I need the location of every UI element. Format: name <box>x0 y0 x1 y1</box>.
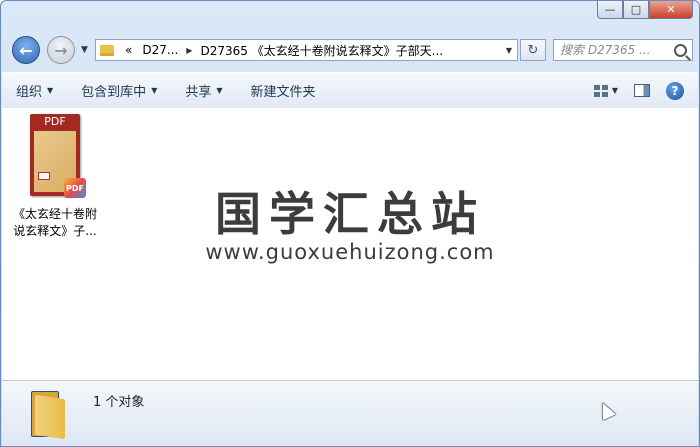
chevron-down-icon: ▼ <box>216 86 223 95</box>
recent-pages-dropdown-icon[interactable]: ▼ <box>81 45 88 55</box>
breadcrumb-current[interactable]: D27365 《太玄经十卷附说玄释文》子部天... <box>195 42 448 59</box>
share-menu[interactable]: 共享 ▼ <box>171 81 236 100</box>
command-bar: 组织 ▼ 包含到库中 ▼ 共享 ▼ 新建文件夹 ▼ ? <box>2 72 698 109</box>
forward-button[interactable]: → <box>47 36 75 64</box>
breadcrumb-overflow[interactable]: « <box>120 43 137 57</box>
close-button[interactable]: ✕ <box>649 1 693 19</box>
refresh-icon: ↻ <box>527 42 539 58</box>
chevron-down-icon: ▼ <box>47 86 54 95</box>
pdf-thumbnail-label: PDF <box>44 115 66 128</box>
toolbar-right-group: ▼ ? <box>593 73 698 108</box>
address-bar[interactable]: « D27... ▶ D27365 《太玄经十卷附说玄释文》子部天... ▼ <box>95 39 518 61</box>
preview-pane-icon[interactable] <box>634 84 650 97</box>
explorer-window: — □ ✕ ← → ▼ « D27... ▶ D27365 《太玄经十卷附说玄释… <box>0 0 700 447</box>
watermark-url: www.guoxuehuizong.com <box>205 240 495 264</box>
file-list-area[interactable]: PDF PDF 《太玄经十卷附 说玄释文》子... 国学汇总站 www.guox… <box>2 108 698 380</box>
organize-label: 组织 <box>16 85 43 100</box>
details-pane: 1 个对象 <box>2 380 698 446</box>
forward-arrow-icon: → <box>54 40 68 60</box>
folder-icon <box>100 44 114 56</box>
mouse-cursor-icon <box>596 399 616 421</box>
search-box[interactable] <box>553 39 693 61</box>
help-icon[interactable]: ? <box>666 81 684 100</box>
address-dropdown-icon[interactable]: ▼ <box>501 46 517 55</box>
caption-buttons: — □ ✕ <box>597 1 693 19</box>
item-count: 1 个对象 <box>93 395 145 410</box>
back-arrow-icon: ← <box>19 40 33 60</box>
organize-menu[interactable]: 组织 ▼ <box>2 81 67 100</box>
back-button[interactable]: ← <box>12 36 40 64</box>
watermark-title: 国学汇总站 <box>215 187 485 241</box>
folder-icon <box>29 389 65 440</box>
search-input[interactable] <box>554 42 672 58</box>
include-in-library-label: 包含到库中 <box>81 85 147 100</box>
include-in-library-menu[interactable]: 包含到库中 ▼ <box>67 81 171 100</box>
refresh-button[interactable]: ↻ <box>520 39 546 61</box>
new-folder-label: 新建文件夹 <box>250 85 316 100</box>
maximize-button[interactable]: □ <box>623 1 649 19</box>
breadcrumb-parent[interactable]: D27... <box>137 43 183 57</box>
view-options-dropdown-icon[interactable]: ▼ <box>612 86 618 95</box>
search-icon[interactable] <box>674 43 687 57</box>
new-folder-button[interactable]: 新建文件夹 <box>237 81 330 100</box>
minimize-button[interactable]: — <box>597 1 623 19</box>
share-label: 共享 <box>185 85 212 100</box>
navigation-bar: ← → ▼ « D27... ▶ D27365 《太玄经十卷附说玄释文》子部天.… <box>1 31 699 69</box>
change-view-icon[interactable] <box>593 84 608 97</box>
breadcrumb-separator-icon[interactable]: ▶ <box>183 46 195 55</box>
chevron-down-icon: ▼ <box>151 86 158 95</box>
